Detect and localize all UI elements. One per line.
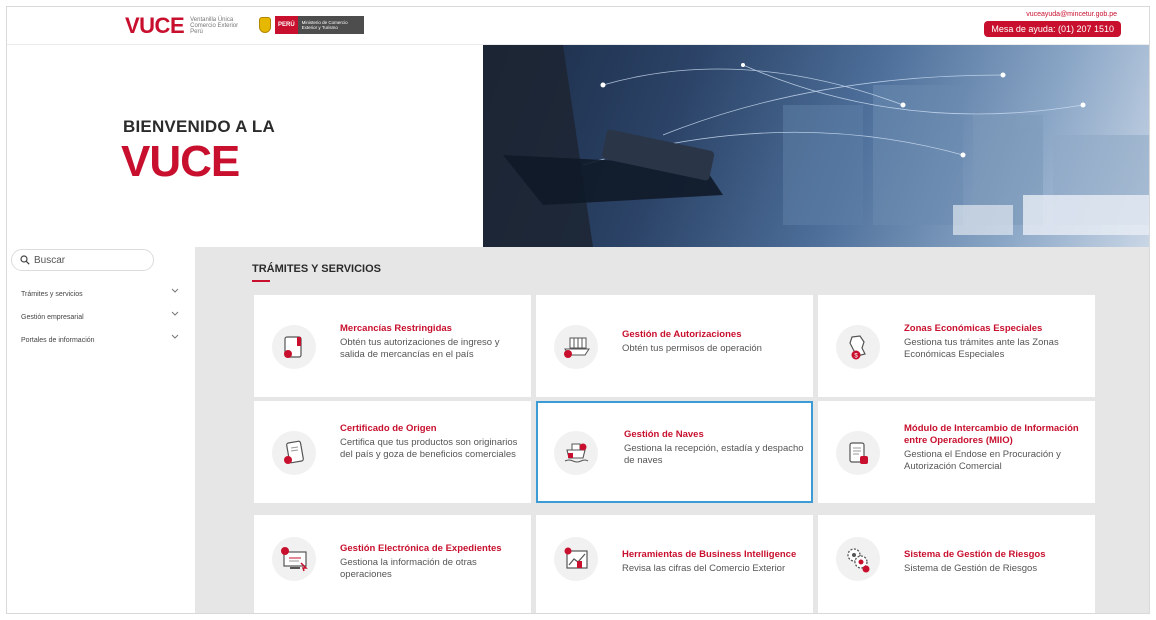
help-email-link[interactable]: vuceayuda@mincetur.gob.pe (1026, 11, 1117, 18)
chevron-down-icon (171, 288, 179, 293)
ship-cargo-icon (554, 325, 598, 369)
service-card-gestion-riesgos[interactable]: Sistema de Gestión de Riesgos Sistema de… (818, 515, 1095, 613)
section-underline (252, 280, 270, 282)
chevron-down-icon (171, 334, 179, 339)
card-description: Gestiona tus trámites ante las Zonas Eco… (904, 337, 1059, 360)
hero-logo: VUCE (121, 137, 240, 186)
sidebar-item-label: Gestión empresarial (21, 314, 84, 321)
services-section: TRÁMITES Y SERVICIOS Mercancías Restring… (195, 247, 1149, 613)
page-frame: VUCE Ventanilla Única Comercio Exterior … (6, 6, 1150, 614)
help-desk-button[interactable]: Mesa de ayuda: (01) 207 1510 (984, 21, 1121, 37)
service-card-gestion-naves[interactable]: Gestión de Naves Gestiona la recepción, … (536, 401, 813, 503)
chart-icon (554, 537, 598, 581)
card-description: Certifica que tus productos son originar… (340, 437, 518, 460)
sidebar-item-label: Trámites y servicios (21, 291, 83, 298)
service-card-gestion-autorizaciones[interactable]: Gestión de Autorizaciones Obtén tus perm… (536, 295, 813, 397)
hero-image (483, 45, 1149, 247)
card-description: Gestiona el Endose en Procuración y Auto… (904, 449, 1061, 472)
card-description: Sistema de Gestión de Riesgos (904, 563, 1038, 574)
book-icon (272, 325, 316, 369)
hero-illustration (483, 45, 1149, 247)
document-exchange-icon (836, 431, 880, 475)
sidebar-item-gestion-empresarial[interactable]: Gestión empresarial (7, 306, 195, 329)
service-card-gestion-expedientes[interactable]: Gestión Electrónica de Expedientes Gesti… (254, 515, 531, 613)
ministry-badge: PERÚ Ministerio de Comercio Exterior y T… (275, 16, 364, 34)
service-card-certificado-origen[interactable]: Certificado de Origen Certifica que tus … (254, 401, 531, 503)
government-logo[interactable]: PERÚ Ministerio de Comercio Exterior y T… (259, 15, 364, 35)
card-title: Certificado de Origen (340, 423, 437, 434)
header: VUCE Ventanilla Única Comercio Exterior … (7, 7, 1149, 45)
map-peru-icon: $ (836, 325, 880, 369)
sidebar-item-portales[interactable]: Portales de información (7, 329, 195, 352)
card-description: Gestiona la recepción, estadía y despach… (624, 443, 804, 466)
card-description: Obtén tus autorizaciones de ingreso y sa… (340, 337, 500, 360)
card-title: Gestión Electrónica de Expedientes (340, 543, 502, 554)
section-title: TRÁMITES Y SERVICIOS (252, 263, 381, 275)
chevron-down-icon (171, 311, 179, 316)
search-box[interactable] (11, 249, 154, 271)
search-icon (20, 255, 30, 265)
hero-welcome: BIENVENIDO A LA VUCE (7, 45, 483, 247)
card-description: Obtén tus permisos de operación (622, 343, 762, 354)
sidebar-item-label: Portales de información (21, 337, 95, 344)
service-card-mercancias-restringidas[interactable]: Mercancías Restringidas Obtén tus autori… (254, 295, 531, 397)
card-description: Revisa las cifras del Comercio Exterior (622, 563, 786, 574)
search-input[interactable] (34, 254, 144, 266)
vuce-logo[interactable]: VUCE Ventanilla Única Comercio Exterior … (125, 13, 252, 39)
card-title: Sistema de Gestión de Riesgos (904, 549, 1046, 560)
card-title: Herramientas de Business Intelligence (622, 549, 797, 560)
card-title: Gestión de Autorizaciones (622, 329, 742, 340)
card-description: Gestiona la información de otras operaci… (340, 557, 477, 580)
hero-title: BIENVENIDO A LA (123, 117, 275, 136)
service-card-zonas-economicas[interactable]: $ Zonas Económicas Especiales Gestiona t… (818, 295, 1095, 397)
service-card-business-intelligence[interactable]: Herramientas de Business Intelligence Re… (536, 515, 813, 613)
gears-icon (836, 537, 880, 581)
vuce-logo-mark: VUCE (125, 13, 185, 38)
ministry-label: Ministerio de Comercio Exterior y Turism… (301, 20, 348, 30)
ship-icon (554, 431, 598, 475)
card-title: Zonas Económicas Especiales (904, 323, 1043, 334)
card-title: Módulo de Intercambio de Información ent… (904, 423, 1079, 446)
service-card-miio[interactable]: Módulo de Intercambio de Información ent… (818, 401, 1095, 503)
card-title: Mercancías Restringidas (340, 323, 452, 334)
certificate-icon (272, 431, 316, 475)
computer-icon (272, 537, 316, 581)
card-title: Gestión de Naves (624, 429, 704, 440)
country-label: PERÚ (275, 16, 298, 34)
sidebar-item-tramites[interactable]: Trámites y servicios (7, 283, 195, 306)
vuce-logo-subtitle: Ventanilla Única Comercio Exterior Perú (190, 17, 239, 35)
sidebar-menu: Trámites y servicios Gestión empresarial… (7, 283, 195, 352)
sidebar: Trámites y servicios Gestión empresarial… (7, 247, 195, 613)
coat-of-arms-icon (259, 17, 271, 33)
